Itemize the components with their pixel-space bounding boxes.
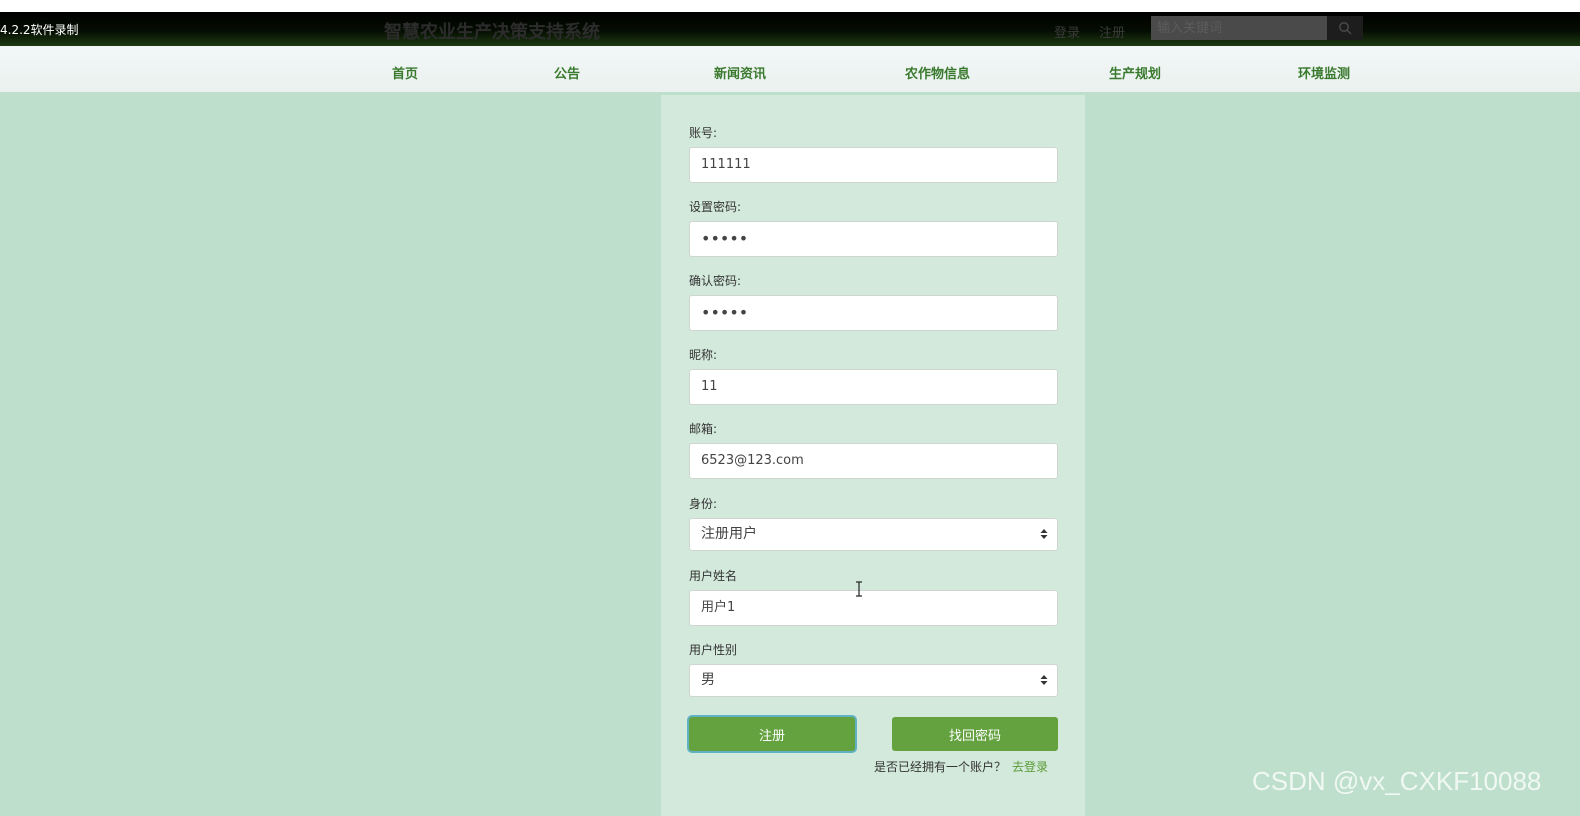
top-bar: 4.2.2软件录制 智慧农业生产决策支持系统 登录 注册 [0,12,1580,46]
register-button[interactable]: 注册 [689,717,855,751]
password-label: 设置密码: [689,200,742,214]
recorder-label: 4.2.2软件录制 [0,23,79,37]
nav-item-news[interactable]: 新闻资讯 [714,63,766,82]
role-select[interactable]: 注册用户 [689,518,1058,551]
account-label: 账号: [689,126,718,140]
role-selected-value: 注册用户 [701,526,757,542]
text-cursor-icon [856,581,862,597]
confirm-password-input[interactable]: ••••• [689,295,1058,331]
watermark: CSDN @vx_CXKF10088 [1252,766,1542,796]
go-login-link[interactable]: 去登录 [1012,758,1048,775]
search-button[interactable] [1327,16,1363,40]
confirm-password-label: 确认密码: [689,274,742,288]
user-name-label: 用户姓名 [689,569,738,583]
search-input[interactable] [1151,16,1327,40]
nickname-input[interactable]: 11 [689,369,1058,405]
nav-item-environment-monitoring[interactable]: 环境监测 [1298,63,1350,82]
account-input[interactable]: 111111 [689,147,1058,183]
nav-item-crop-info[interactable]: 农作物信息 [905,63,970,82]
login-prompt: 是否已经拥有一个账户？ [874,760,1007,774]
register-form-panel: 账号: 111111 设置密码: ••••• 确认密码: ••••• 昵称: 1… [661,95,1085,816]
select-arrows-icon [1040,529,1048,539]
site-title: 智慧农业生产决策支持系统 [384,22,600,43]
user-gender-selected-value: 男 [701,672,715,688]
nav-item-announcements[interactable]: 公告 [554,63,580,82]
search-icon [1339,22,1352,35]
password-input[interactable]: ••••• [689,221,1058,257]
user-gender-select[interactable]: 男 [689,664,1058,697]
header-login-link[interactable]: 登录 [1054,22,1080,41]
user-gender-label: 用户性别 [689,643,738,657]
email-label: 邮箱: [689,422,718,436]
nav-item-home[interactable]: 首页 [392,63,418,82]
nav-item-production-planning[interactable]: 生产规划 [1109,63,1161,82]
main-nav: 首页 公告 新闻资讯 农作物信息 生产规划 环境监测 [0,46,1580,92]
email-input[interactable]: 6523@123.com [689,443,1058,479]
user-name-input[interactable]: 用户1 [689,590,1058,626]
top-white-strip [0,0,1580,12]
header-register-link[interactable]: 注册 [1099,22,1125,41]
role-label: 身份: [689,497,718,511]
find-password-button[interactable]: 找回密码 [892,717,1058,751]
select-arrows-icon [1040,675,1048,685]
nickname-label: 昵称: [689,348,718,362]
